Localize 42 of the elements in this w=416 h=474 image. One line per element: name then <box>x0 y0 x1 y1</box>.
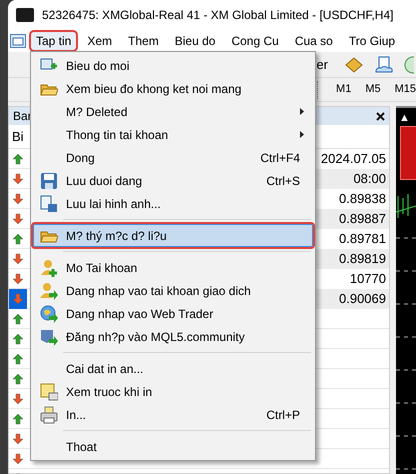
signal-icon[interactable] <box>404 56 414 74</box>
cloud-document-icon[interactable] <box>374 56 394 74</box>
close-icon[interactable] <box>376 112 385 120</box>
menu-item[interactable]: Thoat <box>33 435 313 458</box>
menu-item[interactable]: Xem <box>82 32 118 50</box>
globe-login-icon <box>40 304 58 322</box>
printer-icon <box>40 406 58 424</box>
timeframe-button[interactable]: M5 <box>365 81 381 98</box>
menu-item[interactable]: M? thý m?c d? li?u <box>33 224 313 247</box>
menu-item[interactable]: Xem bieu đo khong ket noi mang <box>33 77 313 100</box>
window-title: 52326475: XMGlobal-Real 41 - XM Global Limited - [USDCHF,H4] <box>42 7 394 24</box>
menu-item[interactable]: In... Ctrl+P <box>33 403 313 426</box>
shortcut-label: Ctrl+F4 <box>260 150 301 166</box>
menu-item[interactable]: Thong tin tai khoan <box>33 123 313 146</box>
menu-item[interactable]: Cai dat in an... <box>33 357 313 380</box>
print-preview-icon <box>40 382 58 400</box>
menu-item[interactable]: Bieu do moi <box>33 54 313 77</box>
menu-item[interactable]: Xem truoc khi in <box>33 380 313 403</box>
chart-label: ▲ <box>399 111 410 126</box>
panel-title: Bar <box>13 108 32 125</box>
timeframe-button[interactable]: M15 <box>394 81 416 98</box>
menu-item[interactable]: Bieu do <box>170 32 220 50</box>
toolbar-label[interactable]: er <box>316 54 328 74</box>
shortcut-label: Ctrl+S <box>266 172 301 190</box>
app-logo-icon <box>16 8 34 22</box>
menu-item[interactable]: Đăng nh?p vào MQL5.community <box>33 325 313 348</box>
badge-login-icon <box>40 328 58 346</box>
menu-item[interactable]: Cua so <box>290 32 338 50</box>
shortcut-label: Ctrl+P <box>266 406 301 424</box>
menu-item[interactable]: Tro Giup <box>344 32 400 50</box>
menu-item[interactable]: Cong Cu <box>226 32 284 50</box>
menu-item[interactable]: Tap tin <box>31 32 76 50</box>
diamond-icon[interactable] <box>344 56 364 74</box>
save-image-icon <box>40 194 58 212</box>
user-add-icon <box>40 258 58 276</box>
chart-window-icon[interactable] <box>10 34 26 48</box>
toolbar-grip <box>317 80 320 98</box>
timeframe-button[interactable]: M1 <box>336 81 352 98</box>
menu-item[interactable]: Them <box>123 32 164 50</box>
column-header[interactable]: Bi <box>12 126 24 146</box>
user-login-icon <box>40 282 58 300</box>
menu-item[interactable]: M? Deleted <box>33 100 313 123</box>
